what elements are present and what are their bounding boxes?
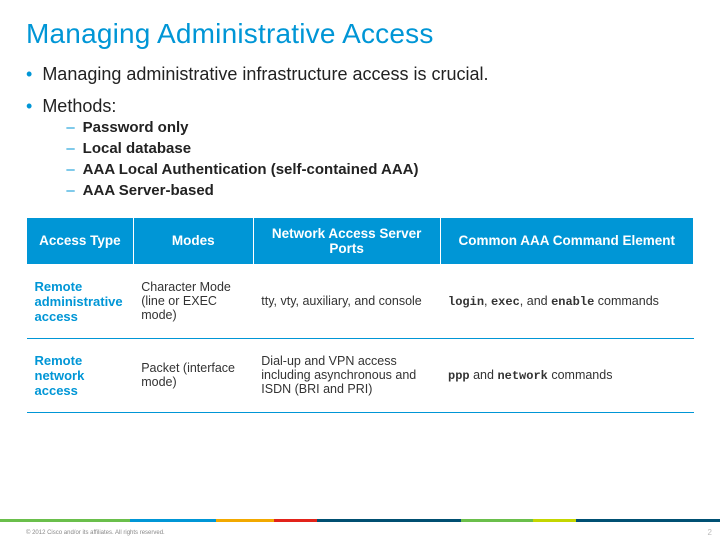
copyright-text: © 2012 Cisco and/or its affiliates. All … bbox=[26, 530, 165, 536]
bullet-item: Managing administrative infrastructure a… bbox=[26, 64, 694, 86]
cell-cmd: login, exec, and enable commands bbox=[440, 264, 693, 338]
cmd-code: enable bbox=[551, 295, 594, 309]
sub-text: Local database bbox=[83, 140, 191, 157]
bullet-text: Managing administrative infrastructure a… bbox=[42, 64, 488, 85]
sub-item: AAA Server-based bbox=[66, 182, 694, 199]
col-header: Access Type bbox=[27, 217, 134, 264]
title-text: Managing Administrative Access bbox=[26, 18, 434, 49]
cmd-code: ppp bbox=[448, 369, 470, 383]
slide: Managing Administrative Access Managing … bbox=[0, 0, 720, 540]
bullet-item: Methods: Password only Local database AA… bbox=[26, 96, 694, 203]
col-header: Network Access Server Ports bbox=[253, 217, 440, 264]
sub-list: Password only Local database AAA Local A… bbox=[42, 119, 694, 199]
table: Access Type Modes Network Access Server … bbox=[26, 217, 694, 413]
slide-title: Managing Administrative Access bbox=[26, 18, 694, 50]
bar-segment bbox=[317, 519, 461, 522]
table-row: Remote administrative access Character M… bbox=[27, 264, 694, 338]
cmd-join: , and bbox=[520, 294, 551, 308]
bar-segment bbox=[216, 519, 274, 522]
cell-ports: Dial-up and VPN access including asynchr… bbox=[253, 338, 440, 412]
cell-modes: Packet (interface mode) bbox=[133, 338, 253, 412]
table-row: Remote network access Packet (interface … bbox=[27, 338, 694, 412]
sub-text: AAA Server-based bbox=[83, 182, 214, 199]
access-table: Access Type Modes Network Access Server … bbox=[26, 217, 694, 413]
bullet-list: Managing administrative infrastructure a… bbox=[26, 64, 694, 203]
cmd-join: , bbox=[484, 294, 491, 308]
page-number: 2 bbox=[708, 528, 712, 537]
cell-modes: Character Mode (line or EXEC mode) bbox=[133, 264, 253, 338]
table-header-row: Access Type Modes Network Access Server … bbox=[27, 217, 694, 264]
col-header: Modes bbox=[133, 217, 253, 264]
sub-item: Password only bbox=[66, 119, 694, 136]
bar-segment bbox=[461, 519, 533, 522]
bullet-text: Methods: bbox=[42, 96, 116, 116]
bar-segment bbox=[274, 519, 317, 522]
cmd-code: exec bbox=[491, 295, 520, 309]
bar-segment bbox=[576, 519, 720, 522]
cell-access-type: Remote network access bbox=[27, 338, 134, 412]
col-header: Common AAA Command Element bbox=[440, 217, 693, 264]
cmd-join: and bbox=[470, 368, 498, 382]
sub-text: AAA Local Authentication (self-contained… bbox=[83, 161, 419, 178]
cmd-code: network bbox=[497, 369, 547, 383]
bar-segment bbox=[533, 519, 576, 522]
bar-segment bbox=[0, 519, 130, 522]
cell-access-type: Remote administrative access bbox=[27, 264, 134, 338]
sub-item: Local database bbox=[66, 140, 694, 157]
bar-segment bbox=[130, 519, 216, 522]
cmd-code: login bbox=[448, 295, 484, 309]
cell-ports: tty, vty, auxiliary, and console bbox=[253, 264, 440, 338]
sub-text: Password only bbox=[83, 119, 189, 136]
footer-color-bar bbox=[0, 519, 720, 522]
cell-cmd: ppp and network commands bbox=[440, 338, 693, 412]
cmd-suffix: commands bbox=[548, 368, 613, 382]
cmd-suffix: commands bbox=[594, 294, 659, 308]
sub-item: AAA Local Authentication (self-contained… bbox=[66, 161, 694, 178]
